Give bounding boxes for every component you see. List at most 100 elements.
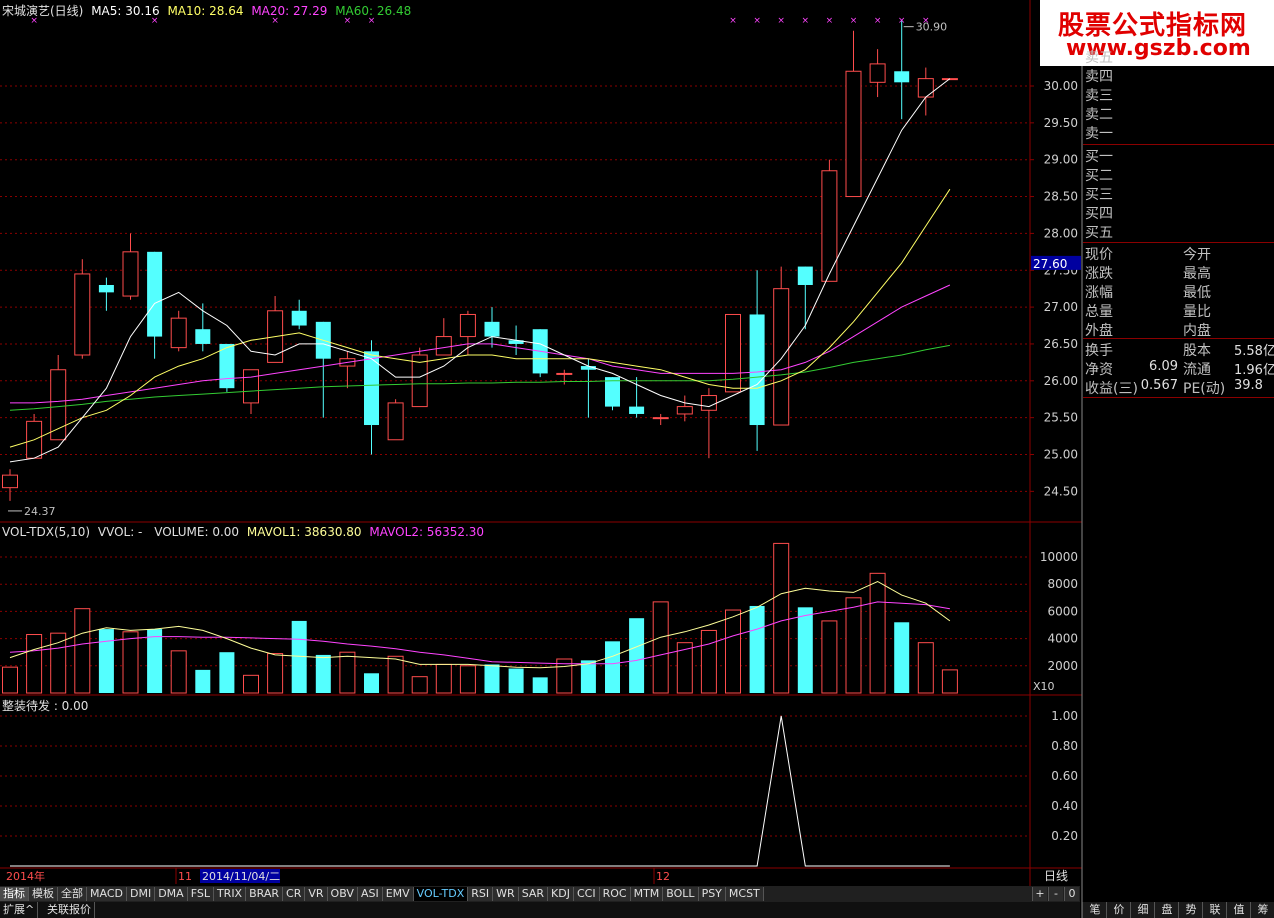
sidebar-tab[interactable]: 盘 <box>1154 902 1179 918</box>
candle-body-down <box>219 343 235 389</box>
indicator-tab-vol-tdx[interactable]: VOL-TDX <box>413 887 469 901</box>
candle-body-down <box>605 377 620 407</box>
stat-label: 流通 <box>1183 362 1211 378</box>
volume-bar-up <box>387 655 404 694</box>
sidebar-tab[interactable]: 细 <box>1130 902 1155 918</box>
indicator-tab-emv[interactable]: EMV <box>382 887 414 901</box>
volume-bar-up <box>821 620 838 694</box>
signal-marker: × <box>826 16 834 26</box>
indicator-tab-psy[interactable]: PSY <box>698 887 726 901</box>
quote-label-left: 总量 <box>1085 304 1113 320</box>
volume-bar-up <box>845 597 862 694</box>
price-chart-header: 宋城演艺(日线) MA5: 30.16 MA10: 28.64 MA20: 27… <box>2 2 411 19</box>
sidebar-tab[interactable]: 筹 <box>1250 902 1274 918</box>
ask-level-label: 卖五 <box>1085 50 1113 66</box>
indicator-tab-obv[interactable]: OBV <box>327 887 358 901</box>
candle-body-up <box>869 63 886 83</box>
selected-date-label: 2014/11/04/二 <box>202 870 280 883</box>
volume-bar-down <box>629 618 645 693</box>
quote-label-right: 今开 <box>1183 247 1211 263</box>
indicator-tab-fsl[interactable]: FSL <box>187 887 214 901</box>
sidebar-tab[interactable]: 笔 <box>1082 902 1107 918</box>
price-axis-label: 29.50 <box>1044 116 1078 130</box>
volume-bar-down <box>147 629 163 693</box>
volume-bar-up <box>2 666 18 694</box>
signal-axis-label: 0.60 <box>1051 769 1078 783</box>
ma5-label: MA5: 30.16 <box>91 4 160 18</box>
indicator-tab-wr[interactable]: WR <box>493 887 519 901</box>
candle-body-up <box>387 402 404 441</box>
expand-tab[interactable]: 扩展^ <box>0 902 39 918</box>
sidebar-tab[interactable]: 值 <box>1226 902 1251 918</box>
bid-level-label: 买四 <box>1085 206 1113 222</box>
price-axis-label: 24.50 <box>1044 484 1078 498</box>
price-axis-label: 25.50 <box>1044 411 1078 425</box>
quote-label-left: 涨跌 <box>1085 266 1113 282</box>
date-axis-year: 2014年 <box>6 869 45 883</box>
date-axis-month-11: 11 <box>178 870 192 883</box>
indicator-tab-模板[interactable]: 模板 <box>29 887 58 901</box>
low-price-label: 24.37 <box>24 505 56 518</box>
indicator-tab-cr[interactable]: CR <box>283 887 306 901</box>
indicator-tab-指标[interactable]: 指标 <box>0 887 29 901</box>
volume-bar-up <box>700 629 717 694</box>
sidebar-tab[interactable]: 势 <box>1178 902 1203 918</box>
volume-bar-down <box>894 622 910 693</box>
current-price-label: 27.60 <box>1033 257 1067 271</box>
indicator-tab-mtm[interactable]: MTM <box>630 887 664 901</box>
candle-body-up <box>556 372 573 375</box>
indicator-tab-roc[interactable]: ROC <box>599 887 631 901</box>
zoom-in-button[interactable]: + <box>1032 887 1047 901</box>
related-quote-tab[interactable]: 关联报价 <box>44 902 95 918</box>
candle-body-up <box>459 313 476 338</box>
indicator-tab-dmi[interactable]: DMI <box>126 887 156 901</box>
price-axis-label: 30.00 <box>1044 79 1078 93</box>
vol-indicator-name: VOL-TDX(5,10) <box>2 525 91 539</box>
volume-bar-down <box>364 673 379 693</box>
bottom-bar: 扩展^ 关联报价 <box>0 902 1080 918</box>
stat-value: 6.09 <box>1149 359 1178 374</box>
volume-axis-label: 2000 <box>1047 659 1078 673</box>
volume-axis-label: 8000 <box>1047 577 1078 591</box>
volume-bar-up <box>170 650 187 694</box>
reset-zoom-button[interactable]: 0 <box>1064 887 1079 901</box>
candle-body-up <box>243 369 259 404</box>
candle-body-down <box>749 314 765 426</box>
indicator-tab-dma[interactable]: DMA <box>155 887 188 901</box>
volume-bar-down <box>749 605 765 693</box>
chart-canvas[interactable]: 30.0029.5029.0028.5028.0027.5027.0026.50… <box>0 0 1274 918</box>
indicator-tab-macd[interactable]: MACD <box>87 887 127 901</box>
indicator-tab-mcst[interactable]: MCST <box>725 887 764 901</box>
stat-label: 收益(三) <box>1085 381 1138 397</box>
volume-bar-down <box>797 607 813 693</box>
volume-bar-up <box>243 674 259 694</box>
signal-marker: × <box>874 16 882 26</box>
volume-axis-label: 10000 <box>1040 550 1078 564</box>
volume-bar-down <box>484 664 500 693</box>
indicator-tab-trix[interactable]: TRIX <box>213 887 247 901</box>
volume-bar-up <box>869 572 886 694</box>
candle-body-up <box>170 317 187 349</box>
quote-label-left: 涨幅 <box>1085 285 1113 301</box>
signal-chart-header: 整装待发 : 0.00 <box>2 699 89 713</box>
indicator-tab-全部[interactable]: 全部 <box>58 887 87 901</box>
high-price-label: 30.90 <box>916 21 948 34</box>
volume-bar-down <box>508 668 524 693</box>
sidebar-tab[interactable]: 价 <box>1106 902 1131 918</box>
indicator-tab-sar[interactable]: SAR <box>518 887 549 901</box>
signal-marker: × <box>802 16 810 26</box>
stock-title: 宋城演艺(日线) <box>2 4 84 18</box>
indicator-tab-vr[interactable]: VR <box>305 887 328 901</box>
volume-bar-down <box>580 660 596 693</box>
indicator-tab-kdj[interactable]: KDJ <box>548 887 574 901</box>
indicator-tab-brar[interactable]: BRAR <box>246 887 284 901</box>
volume-axis-label: 4000 <box>1047 632 1078 646</box>
indicator-tab-cci[interactable]: CCI <box>573 887 600 901</box>
zoom-out-button[interactable]: - <box>1048 887 1063 901</box>
ma20-label: MA20: 27.29 <box>251 4 328 18</box>
indicator-tab-boll[interactable]: BOLL <box>663 887 699 901</box>
indicator-tab-rsi[interactable]: RSI <box>468 887 494 901</box>
indicator-tab-asi[interactable]: ASI <box>357 887 383 901</box>
sidebar-tab[interactable]: 联 <box>1202 902 1227 918</box>
stat-label: 换手 <box>1085 343 1113 359</box>
